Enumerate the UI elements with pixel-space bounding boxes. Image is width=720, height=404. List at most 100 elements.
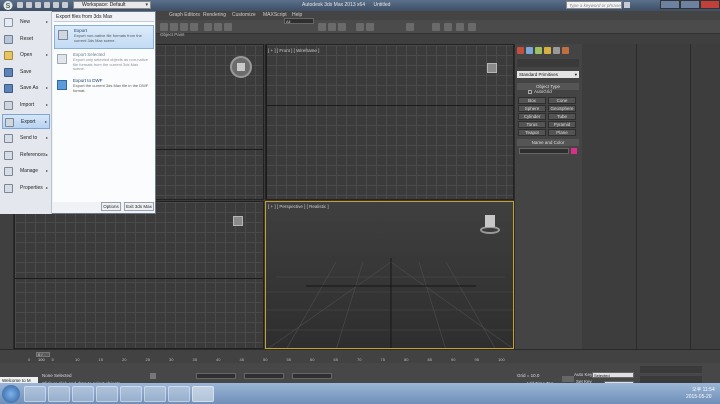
ie-taskbar-icon[interactable] [24, 386, 46, 402]
rect-selection-icon[interactable] [180, 23, 188, 31]
viewport-left[interactable] [14, 201, 264, 349]
menu-save-as[interactable]: Save As ▸ [2, 81, 50, 96]
viewport-front-label[interactable]: [ + ] [ Front ] [ Wireframe ] [268, 48, 319, 53]
messenger-taskbar-icon[interactable] [168, 386, 190, 402]
z-coordinate-field[interactable] [292, 373, 332, 379]
mirror-icon[interactable] [356, 23, 364, 31]
minimize-button[interactable] [660, 0, 680, 9]
kakao-taskbar-icon[interactable] [144, 386, 166, 402]
chrome-taskbar-icon[interactable] [96, 386, 118, 402]
modify-tab-icon[interactable] [526, 47, 533, 54]
undo-icon[interactable] [44, 2, 50, 8]
viewcube-icon[interactable] [487, 63, 497, 73]
search-icon[interactable] [624, 2, 630, 8]
save-file-icon[interactable] [35, 2, 41, 8]
viewport-front[interactable]: [ + ] [ Front ] [ Wireframe ] [265, 44, 514, 200]
motion-tab-icon[interactable] [544, 47, 551, 54]
layer-manager-icon[interactable] [406, 23, 414, 31]
menu-export[interactable]: Export ▸ [2, 114, 50, 129]
viewcube-left-icon[interactable] [233, 216, 243, 226]
open-file-icon[interactable] [26, 2, 32, 8]
snap-icon[interactable] [318, 23, 326, 31]
app-logo-icon[interactable]: S [2, 0, 14, 11]
menu-graph-editors[interactable]: Graph Editors [169, 12, 200, 18]
primitive-type-dropdown[interactable]: Standard Primitives ▾ [517, 71, 579, 78]
redo-icon[interactable] [53, 2, 59, 8]
sphere-button[interactable]: Sphere [518, 105, 546, 112]
create-tab-icon[interactable] [517, 47, 524, 54]
selection-filter-dropdown[interactable]: All [284, 18, 314, 24]
pyramid-button[interactable]: Pyramid [548, 121, 576, 128]
align-icon[interactable] [366, 23, 374, 31]
menu-properties[interactable]: Properties ▸ [2, 181, 50, 196]
time-slider[interactable]: 0 / 100 [36, 352, 50, 362]
media-taskbar-icon[interactable] [72, 386, 94, 402]
percent-snap-icon[interactable] [338, 23, 346, 31]
menu-rendering[interactable]: Rendering [203, 12, 226, 18]
render-teapot-icon[interactable] [468, 23, 476, 31]
hierarchy-tab-icon[interactable] [535, 47, 542, 54]
autogrid-checkbox[interactable] [528, 90, 532, 94]
workspace-dropdown[interactable]: Workspace: Default ▾ [73, 1, 151, 9]
object-color-swatch[interactable] [571, 148, 577, 154]
name-color-rollout[interactable]: Name and Color [517, 139, 579, 146]
options-button[interactable]: Options [101, 202, 121, 211]
menu-manage[interactable]: Manage ▸ [2, 164, 50, 179]
playback-controls[interactable] [640, 366, 702, 373]
maximize-button[interactable] [680, 0, 700, 9]
menu-save[interactable]: Save [2, 65, 50, 80]
torus-button[interactable]: Torus [518, 121, 546, 128]
y-coordinate-field[interactable] [244, 373, 284, 379]
tube-button[interactable]: Tube [548, 113, 576, 120]
render-setup-icon[interactable] [444, 23, 452, 31]
close-button[interactable] [700, 0, 720, 9]
display-tab-icon[interactable] [553, 47, 560, 54]
export-entry[interactable]: Export Export non-native file formats fr… [54, 25, 154, 49]
menu-reset[interactable]: Reset [2, 32, 50, 47]
key-mode-dropdown[interactable]: Selected [592, 372, 634, 378]
torrent-taskbar-icon[interactable] [120, 386, 142, 402]
export-selected-entry[interactable]: Export Selected Export only selected obj… [54, 50, 154, 74]
lock-icon[interactable] [150, 373, 156, 379]
viewport-perspective[interactable]: [ + ] [ Perspective ] [ Realistic ] [265, 201, 514, 349]
render-frame-icon[interactable] [456, 23, 464, 31]
menu-open[interactable]: Open ▸ [2, 48, 50, 63]
3dsmax-taskbar-icon[interactable] [192, 386, 214, 402]
explorer-taskbar-icon[interactable] [48, 386, 70, 402]
utilities-tab-icon[interactable] [562, 47, 569, 54]
plane-button[interactable]: Plane [548, 129, 576, 136]
search-input[interactable]: Type a keyword or phrase [566, 1, 622, 9]
menu-import[interactable]: Import ▸ [2, 98, 50, 113]
x-coordinate-field[interactable] [196, 373, 236, 379]
move-icon[interactable] [204, 23, 212, 31]
viewport-nav-controls[interactable] [640, 376, 702, 383]
select-icon[interactable] [160, 23, 168, 31]
angle-snap-icon[interactable] [328, 23, 336, 31]
object-paint-label[interactable]: Object Paint [160, 32, 185, 37]
cone-button[interactable]: Cone [548, 97, 576, 104]
menu-references[interactable]: References ▸ [2, 148, 50, 163]
exit-button[interactable]: Exit 3ds Max [124, 202, 154, 211]
material-editor-icon[interactable] [432, 23, 440, 31]
menu-customize[interactable]: Customize [232, 12, 256, 18]
rotate-icon[interactable] [214, 23, 222, 31]
object-name-field[interactable] [519, 148, 569, 154]
teapot-button[interactable]: Teapot [518, 129, 546, 136]
menu-new[interactable]: New ▸ [2, 15, 50, 30]
box-button[interactable]: Box [518, 97, 546, 104]
export-dwf-entry[interactable]: Export to DWF Export the current 3ds Max… [54, 76, 154, 100]
start-button-icon[interactable] [2, 385, 20, 403]
scale-icon[interactable] [224, 23, 232, 31]
cylinder-button[interactable]: Cylinder [518, 113, 546, 120]
viewport-perspective-label[interactable]: [ + ] [ Perspective ] [ Realistic ] [268, 204, 329, 209]
viewcube-perspective-icon[interactable] [479, 214, 501, 236]
menu-send-to[interactable]: Send to ▸ [2, 131, 50, 146]
viewcube-top-icon[interactable] [230, 56, 252, 78]
window-crossing-icon[interactable] [190, 23, 198, 31]
project-folder-icon[interactable] [62, 2, 68, 8]
category-icons[interactable] [517, 59, 579, 67]
key-icon[interactable] [562, 376, 574, 382]
select-by-name-icon[interactable] [170, 23, 178, 31]
geosphere-button[interactable]: GeoSphere [548, 105, 576, 112]
new-scene-icon[interactable] [17, 2, 23, 8]
